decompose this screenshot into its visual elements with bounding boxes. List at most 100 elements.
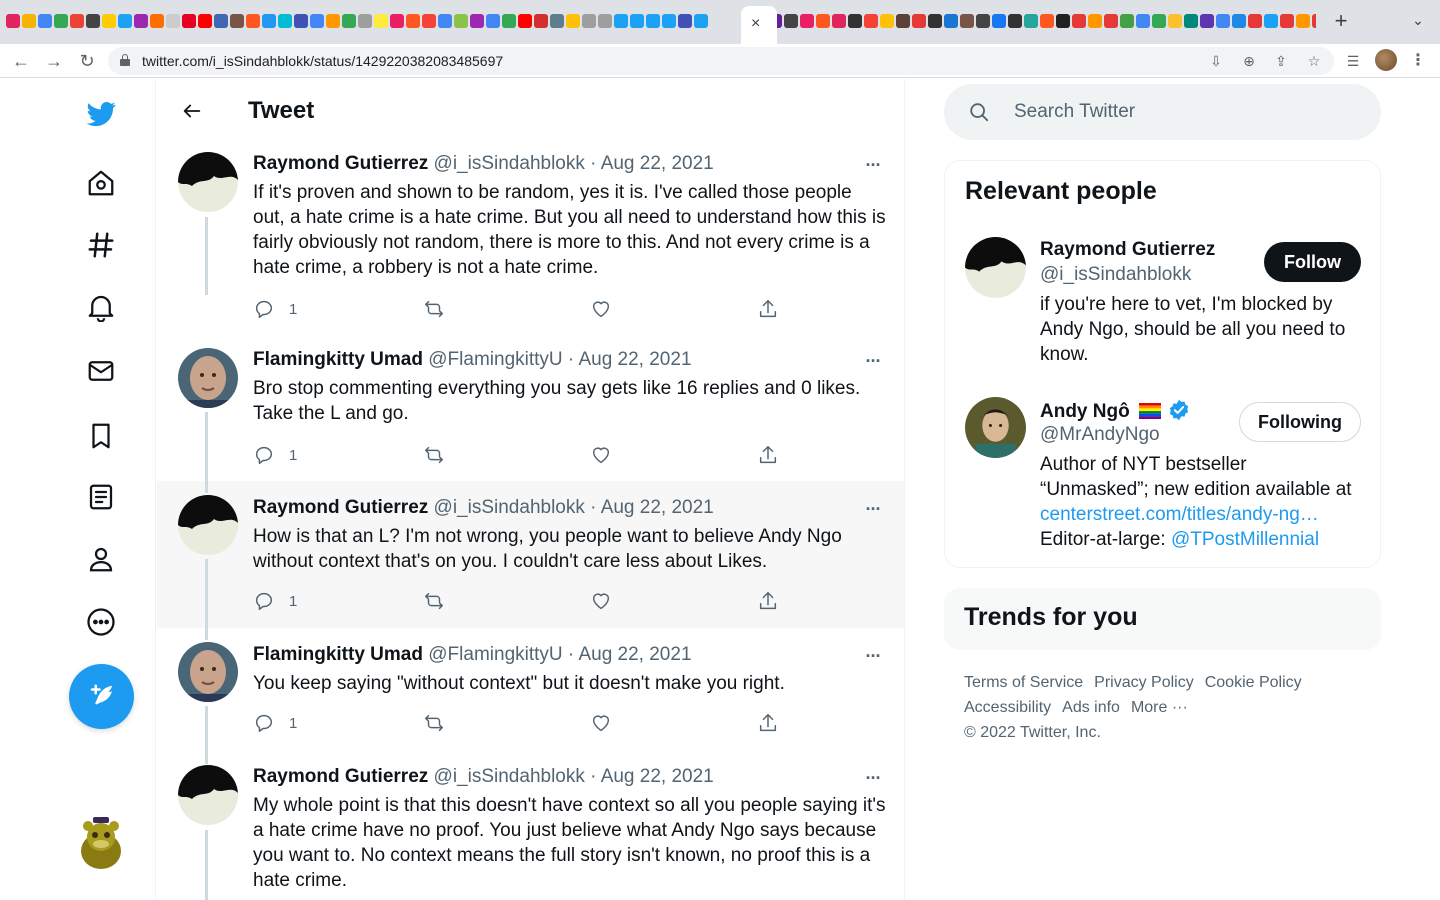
close-tab-icon[interactable]: × [751,14,760,34]
tab-favicon-icon[interactable] [864,14,878,28]
back-arrow-icon[interactable] [175,94,209,128]
tab-favicon-icon[interactable] [646,14,660,28]
tab-favicon-icon[interactable] [438,14,452,28]
tab-favicon-icon[interactable] [582,14,596,28]
author-name[interactable]: Flamingkitty Umad [253,349,423,370]
person-name[interactable]: Raymond Gutierrez [1040,239,1215,261]
zoom-icon[interactable]: ⊕ [1239,51,1259,71]
lists-icon[interactable] [74,470,128,524]
messages-envelope-icon[interactable] [74,344,128,398]
tab-favicon-icon[interactable] [390,14,404,28]
bookmarks-icon[interactable] [74,409,128,463]
retweet-button[interactable] [423,443,445,467]
tab-favicon-icon[interactable] [1264,14,1278,28]
bio-link[interactable]: centerstreet.com/titles/andy-ng… [1040,502,1362,527]
person-handle[interactable]: @MrAndyNgo [1040,424,1160,446]
more-options-icon[interactable]: ··· [861,768,885,788]
tab-favicon-icon[interactable] [358,14,372,28]
tab-favicon-icon[interactable] [406,14,420,28]
more-options-icon[interactable]: ··· [861,499,885,519]
tab-favicon-icon[interactable] [70,14,84,28]
more-options-icon[interactable] [74,595,128,649]
person-name[interactable]: Andy Ngô [1040,399,1190,423]
tab-favicon-icon[interactable] [1200,14,1214,28]
reload-button[interactable]: ↻ [75,49,99,73]
account-avatar[interactable] [78,817,124,871]
profile-avatar[interactable] [1375,49,1397,71]
tab-favicon-icon[interactable] [22,14,36,28]
avatar[interactable] [178,765,238,825]
retweet-button[interactable] [423,589,445,613]
tab-favicon-icon[interactable] [1296,14,1310,28]
tab-favicon-icon[interactable] [630,14,644,28]
tab-favicon-icon[interactable] [960,14,974,28]
tab-favicon-icon[interactable] [534,14,548,28]
more-options-icon[interactable]: ··· [861,351,885,371]
like-button[interactable] [590,297,612,321]
author-handle-date[interactable]: @i_isSindahblokk · Aug 22, 2021 [434,497,714,518]
author-name[interactable]: Raymond Gutierrez [253,766,428,787]
tab-favicon-icon[interactable] [944,14,958,28]
person-handle[interactable]: @i_isSindahblokk [1040,264,1191,286]
browser-menu-icon[interactable]: ⋮ [1408,50,1428,72]
tab-favicon-icon[interactable] [502,14,516,28]
share-button[interactable] [757,711,779,735]
footer-link-terms[interactable]: Terms of Service [964,674,1083,691]
following-button[interactable]: Following [1239,402,1361,442]
tab-favicon-icon[interactable] [374,14,388,28]
tab-search-button[interactable]: ⌄ [1408,12,1428,32]
tab-favicon-icon[interactable] [1120,14,1134,28]
tab-favicon-icon[interactable] [566,14,580,28]
tab-favicon-icon[interactable] [326,14,340,28]
tweet-reply[interactable]: Raymond Gutierrez @i_isSindahblokk · Aug… [157,481,904,628]
tab-favicon-icon[interactable] [598,14,612,28]
more-options-icon[interactable]: ··· [861,155,885,175]
tab-favicon-icon[interactable] [1168,14,1182,28]
tweet-reply[interactable]: Flamingkitty Umad @FlamingkittyU · Aug 2… [157,281,904,481]
tab-favicon-icon[interactable] [1040,14,1054,28]
footer-link-privacy[interactable]: Privacy Policy [1094,674,1194,691]
tab-favicon-icon[interactable] [6,14,20,28]
notifications-bell-icon[interactable] [74,280,128,334]
like-button[interactable] [590,443,612,467]
tab-favicon-icon[interactable] [550,14,564,28]
tweet-reply[interactable]: Raymond Gutierrez @i_isSindahblokk · Aug… [157,143,904,318]
tab-favicon-icon[interactable] [214,14,228,28]
address-bar[interactable]: twitter.com/i_isSindahblokk/status/14292… [108,47,1334,75]
tab-favicon-icon[interactable] [278,14,292,28]
reply-button[interactable]: 1 [253,297,297,321]
avatar[interactable] [178,495,238,555]
tab-favicon-icon[interactable] [848,14,862,28]
author-name[interactable]: Raymond Gutierrez [253,153,428,174]
tab-favicon-icon[interactable] [912,14,926,28]
tab-favicon-icon[interactable] [1088,14,1102,28]
tab-favicon-icon[interactable] [816,14,830,28]
footer-link-accessibility[interactable]: Accessibility [964,699,1051,716]
tab-favicon-icon[interactable] [678,14,692,28]
tab-favicon-icon[interactable] [1056,14,1070,28]
tab-favicon-icon[interactable] [928,14,942,28]
tab-favicon-icon[interactable] [976,14,990,28]
avatar[interactable] [178,152,238,212]
tab-favicon-icon[interactable] [102,14,116,28]
tab-favicon-icon[interactable] [784,14,798,28]
reply-button[interactable]: 1 [253,443,297,467]
bookmark-star-icon[interactable]: ☆ [1304,51,1324,71]
share-icon[interactable]: ⇪ [1271,51,1291,71]
tab-favicon-icon[interactable] [1072,14,1086,28]
tab-favicon-icon[interactable] [1232,14,1246,28]
tab-favicon-icon[interactable] [294,14,308,28]
tab-favicon-icon[interactable] [1312,14,1316,28]
tab-favicon-icon[interactable] [38,14,52,28]
tab-favicon-icon[interactable] [662,14,676,28]
more-options-icon[interactable]: ··· [861,646,885,666]
tab-favicon-icon[interactable] [422,14,436,28]
tab-favicon-icon[interactable] [134,14,148,28]
tab-favicon-icon[interactable] [86,14,100,28]
tab-favicon-icon[interactable] [246,14,260,28]
tab-favicon-icon[interactable] [1248,14,1262,28]
avatar[interactable] [965,397,1026,458]
tab-favicon-icon[interactable] [454,14,468,28]
tab-favicon-icon[interactable] [1152,14,1166,28]
tab-favicon-icon[interactable] [118,14,132,28]
